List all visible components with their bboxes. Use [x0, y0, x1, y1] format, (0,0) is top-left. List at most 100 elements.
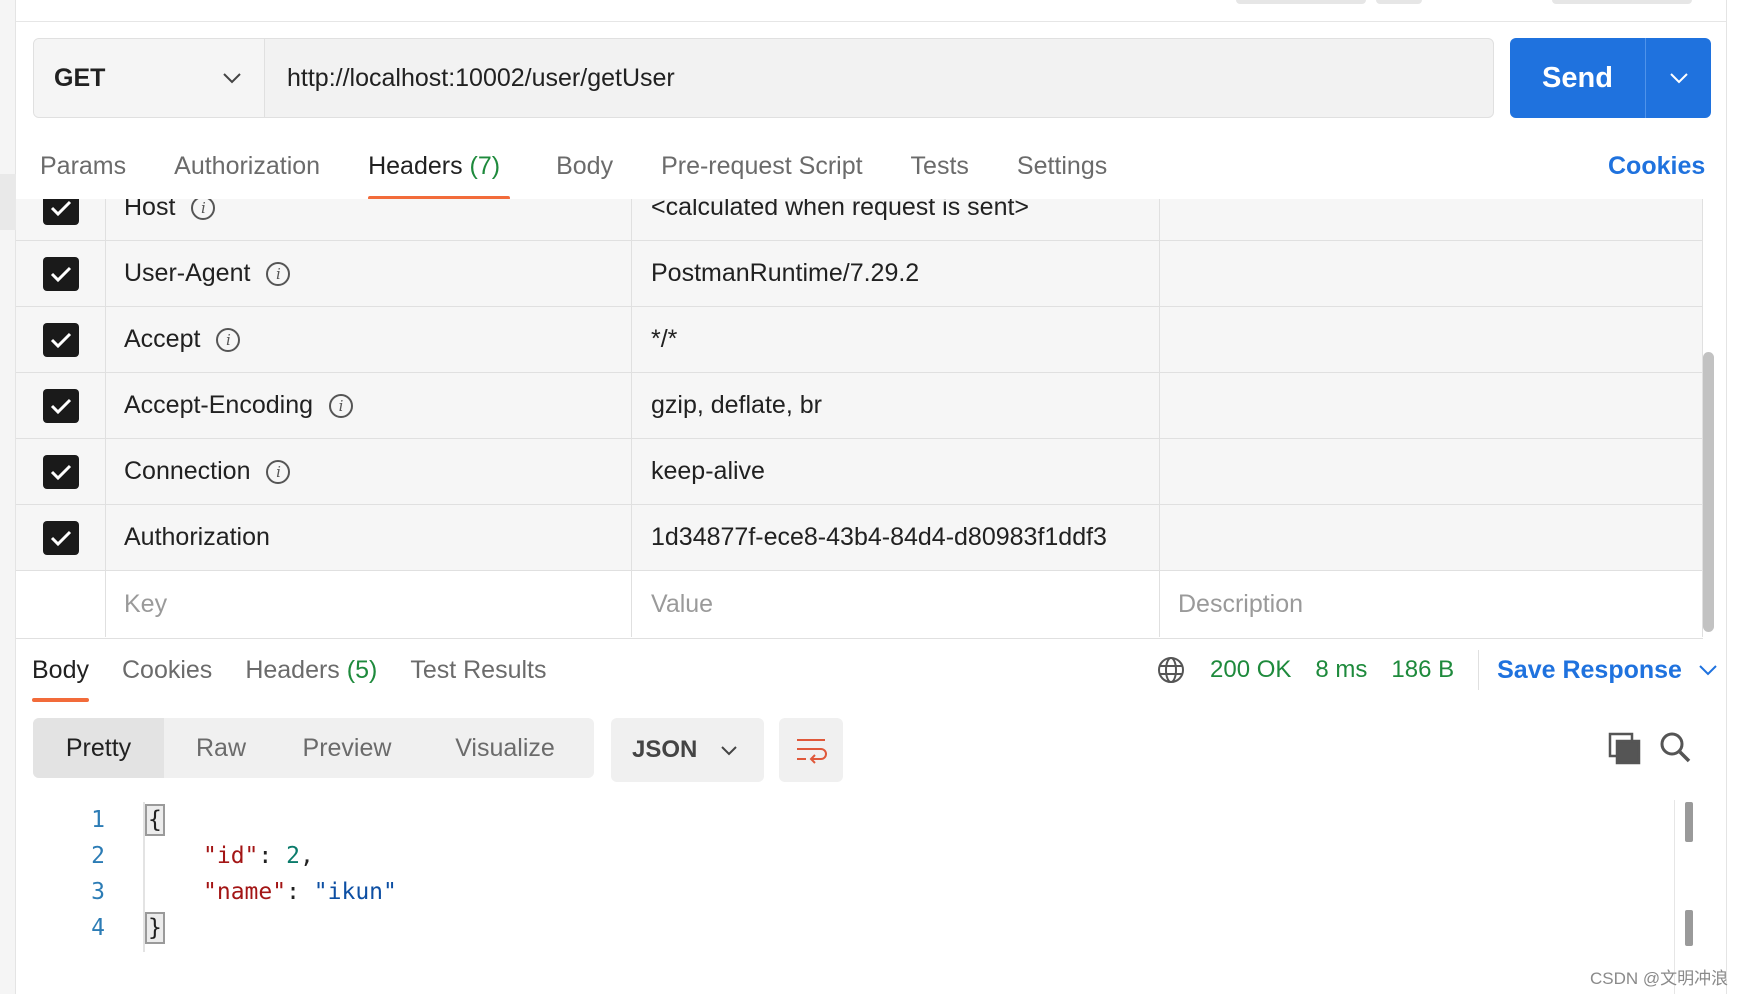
right-pane-edge — [1726, 0, 1744, 994]
toolbar-button-ghost[interactable] — [1552, 0, 1692, 4]
toolbar-button-ghost[interactable] — [1376, 0, 1422, 4]
tab-headers[interactable]: Headers (7) — [368, 146, 511, 200]
header-row: Accept-Encoding i gzip, deflate, br — [16, 373, 1703, 439]
json-key: "name" — [203, 879, 287, 905]
response-size[interactable]: 186 B — [1391, 656, 1454, 684]
format-label: JSON — [632, 736, 698, 763]
header-enabled-checkbox[interactable] — [42, 199, 79, 225]
header-description-cell[interactable] — [1160, 505, 1703, 570]
checkmark-icon — [50, 398, 71, 414]
header-description-cell[interactable] — [1160, 199, 1703, 240]
header-enabled-checkbox[interactable] — [42, 520, 79, 555]
info-icon[interactable]: i — [191, 199, 216, 220]
tab-settings[interactable]: Settings — [1017, 146, 1107, 200]
tab-body[interactable]: Body — [556, 146, 613, 200]
info-icon[interactable]: i — [266, 261, 291, 286]
json-string: "ikun" — [313, 879, 397, 905]
header-description-cell[interactable] — [1160, 439, 1703, 504]
editor-scrollbar[interactable] — [1685, 802, 1693, 842]
tab-params[interactable]: Params — [40, 146, 126, 200]
header-row: Connection i keep-alive — [16, 439, 1703, 505]
chevron-down-icon[interactable] — [1698, 664, 1718, 676]
header-key-cell[interactable]: Connection i — [106, 439, 632, 504]
sidebar-notch — [0, 174, 16, 230]
tab-tests[interactable]: Tests — [911, 146, 969, 200]
tab-pre-request-script[interactable]: Pre-request Script — [661, 146, 862, 200]
new-header-key-input[interactable]: Key — [106, 571, 632, 637]
method-select[interactable]: GET — [34, 39, 265, 117]
header-description-cell[interactable] — [1160, 241, 1703, 306]
header-enabled-checkbox[interactable] — [42, 256, 79, 291]
header-value-cell[interactable]: */* — [632, 307, 1160, 372]
info-icon[interactable]: i — [266, 459, 291, 484]
header-description-cell[interactable] — [1160, 373, 1703, 438]
header-description-cell[interactable] — [1160, 307, 1703, 372]
new-header-value-input[interactable]: Value — [632, 571, 1160, 637]
header-row: Authorization 1d34877f-ece8-43b4-84d4-d8… — [16, 505, 1703, 571]
info-icon[interactable]: i — [329, 393, 354, 418]
send-button[interactable]: Send — [1510, 38, 1646, 118]
header-value-cell[interactable]: PostmanRuntime/7.29.2 — [632, 241, 1160, 306]
line-number: 2 — [91, 843, 105, 869]
header-key-cell[interactable]: Accept i — [106, 307, 632, 372]
url-input[interactable]: http://localhost:10002/user/getUser — [265, 39, 1493, 117]
send-options-button[interactable] — [1646, 38, 1711, 118]
status-code[interactable]: 200 OK — [1210, 656, 1291, 684]
line-number: 1 — [91, 807, 105, 833]
watermark: CSDN @文明冲浪 — [1590, 969, 1729, 988]
code-line: 3 "name": "ikun" — [33, 874, 397, 910]
format-select[interactable]: JSON — [611, 718, 764, 782]
header-enabled-checkbox[interactable] — [42, 388, 79, 423]
header-value-cell[interactable]: <calculated when request is sent> — [632, 199, 1160, 240]
header-enabled-checkbox[interactable] — [42, 454, 79, 489]
editor-scrollbar[interactable] — [1685, 910, 1693, 946]
code-line: 4 } — [33, 910, 165, 946]
tab-authorization[interactable]: Authorization — [174, 146, 320, 200]
request-url-bar: GET http://localhost:10002/user/getUser — [33, 38, 1494, 118]
line-number: 4 — [91, 915, 105, 941]
url-text: http://localhost:10002/user/getUser — [287, 63, 675, 92]
bracket-match: { — [145, 804, 165, 836]
header-key-cell[interactable]: Accept-Encoding i — [106, 373, 632, 438]
view-pretty[interactable]: Pretty — [33, 718, 164, 778]
json-number: 2 — [286, 843, 300, 869]
header-key-cell[interactable]: Authorization — [106, 505, 632, 570]
header-enabled-checkbox[interactable] — [42, 322, 79, 357]
top-toolbar-strip — [16, 0, 1726, 22]
view-visualize[interactable]: Visualize — [416, 718, 594, 778]
checkmark-icon — [50, 332, 71, 348]
line-number: 3 — [91, 879, 105, 905]
chevron-down-icon — [223, 73, 241, 84]
search-button[interactable] — [1658, 730, 1694, 766]
toolbar-button-ghost[interactable] — [1236, 0, 1366, 4]
headers-count: (7) — [469, 152, 501, 180]
cookies-link[interactable]: Cookies — [1608, 146, 1705, 186]
response-time[interactable]: 8 ms — [1315, 656, 1367, 684]
response-tab-body[interactable]: Body — [32, 650, 89, 702]
checkmark-icon — [50, 200, 71, 216]
globe-icon[interactable] — [1156, 655, 1186, 685]
header-row: User-Agent i PostmanRuntime/7.29.2 — [16, 241, 1703, 307]
chevron-down-icon — [721, 745, 737, 755]
json-key: "id" — [203, 843, 259, 869]
response-tab-test-results[interactable]: Test Results — [410, 650, 546, 702]
headers-scrollbar[interactable] — [1703, 352, 1714, 632]
view-preview[interactable]: Preview — [278, 718, 416, 778]
response-tab-headers[interactable]: Headers (5) — [245, 650, 377, 702]
info-icon[interactable]: i — [216, 327, 241, 352]
header-key-cell[interactable]: User-Agent i — [106, 241, 632, 306]
headers-table: Host i <calculated when request is sent> … — [16, 199, 1703, 639]
save-response-button[interactable]: Save Response — [1497, 656, 1682, 685]
header-key-cell[interactable]: Host i — [106, 199, 632, 240]
view-raw[interactable]: Raw — [164, 718, 278, 778]
divider — [1478, 650, 1480, 690]
code-line: 2 "id": 2, — [33, 838, 314, 874]
header-value-cell[interactable]: keep-alive — [632, 439, 1160, 504]
response-code-editor[interactable]: 1 { 2 "id": 2, 3 "name": "ikun" 4 } — [33, 802, 1693, 952]
header-value-cell[interactable]: gzip, deflate, br — [632, 373, 1160, 438]
response-tab-cookies[interactable]: Cookies — [122, 650, 212, 702]
copy-button[interactable] — [1608, 732, 1644, 768]
wrap-lines-button[interactable] — [779, 718, 843, 782]
new-header-description-input[interactable]: Description — [1160, 571, 1703, 637]
header-value-cell[interactable]: 1d34877f-ece8-43b4-84d4-d80983f1ddf3 — [632, 505, 1160, 570]
